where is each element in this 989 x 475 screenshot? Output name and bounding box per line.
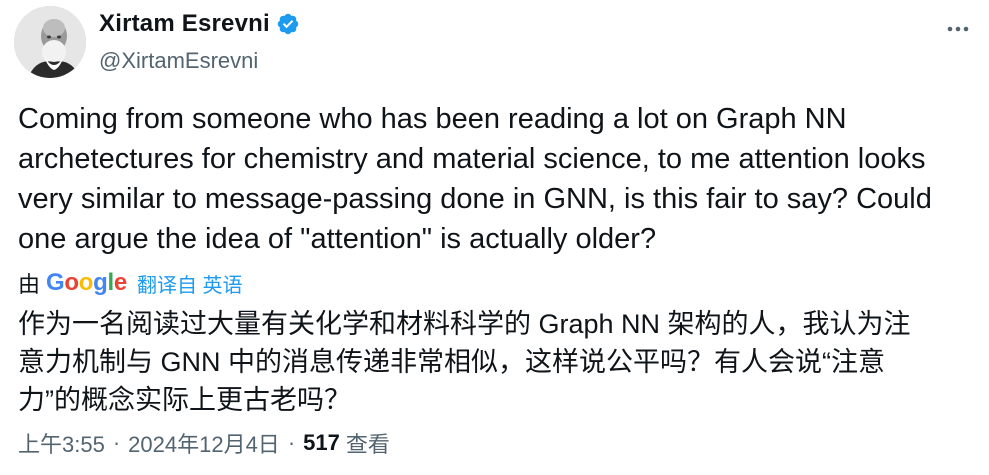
translation-attribution: 由 Google 翻译自 英语	[18, 266, 243, 300]
meta-separator: ·	[112, 430, 121, 455]
author-block: Xirtam Esrevni @XirtamEsrevni	[99, 10, 300, 74]
author-handle[interactable]: @XirtamEsrevni	[99, 48, 300, 74]
author-display-name[interactable]: Xirtam Esrevni	[99, 10, 270, 38]
verified-badge-icon[interactable]	[276, 12, 300, 36]
meta-separator: ·	[287, 430, 296, 455]
views-label: 查看	[345, 432, 390, 457]
translated-by-label: 由	[18, 272, 41, 297]
tweet-meta: 上午3:55 · 2024年12月4日 · 517 查看	[18, 426, 390, 460]
avatar-portrait	[14, 6, 86, 78]
translated-from-link[interactable]: 翻译自 英语	[137, 269, 243, 298]
views-count: 517	[303, 430, 340, 455]
tweet-time[interactable]: 上午3:55	[18, 427, 105, 459]
more-options-button[interactable]	[943, 14, 973, 44]
google-logo: Google	[46, 269, 127, 296]
translated-tweet-text: 作为一名阅读过大量有关化学和材料科学的 Graph NN 架构的人，我认为注 意…	[18, 309, 911, 415]
avatar[interactable]	[14, 6, 86, 78]
more-horizontal-icon	[947, 26, 969, 32]
tweet-card: Xirtam Esrevni @XirtamEsrevni Coming fro…	[0, 0, 989, 475]
tweet-date[interactable]: 2024年12月4日	[128, 427, 280, 459]
tweet-text: Coming from someone who has been reading…	[18, 103, 932, 255]
author-name-row: Xirtam Esrevni	[99, 10, 300, 38]
